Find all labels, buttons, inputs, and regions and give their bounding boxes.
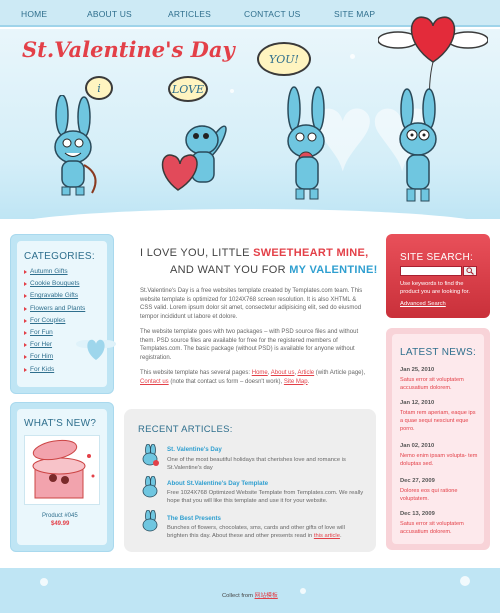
news-date: Dec 13, 2009: [400, 511, 435, 517]
category-link[interactable]: Flowers and Plants: [23, 305, 85, 317]
bunny-article-icon: [142, 444, 159, 466]
news-text[interactable]: Dolores eos qui ratione voluptatem.: [400, 487, 480, 503]
news-date: Jan 02, 2010: [400, 443, 435, 449]
footer-link[interactable]: 网站模板: [255, 593, 278, 599]
search-icon: [466, 267, 474, 275]
intro-paragraph-2: The website template goes with two packa…: [140, 329, 359, 361]
gift-box-icon: [32, 439, 95, 499]
bunny-article-icon: [142, 510, 158, 532]
news-date: Dec 27, 2009: [400, 478, 435, 484]
winged-heart-decoration-icon: [76, 339, 116, 360]
intro-heading-line2: AND WANT YOU FOR MY VALENTINE!: [170, 264, 378, 276]
category-link[interactable]: Engravable Gifts: [23, 292, 85, 304]
intro-paragraph-3: This website template has several pages:…: [140, 370, 366, 385]
bunny-with-heart-box-icon: [161, 125, 227, 191]
whats-new-title: WHAT'S NEW?: [24, 418, 97, 429]
intro-paragraph-1: St.Valentine's Day is a free websites te…: [140, 288, 363, 320]
bunny-holding-balloon-icon: [399, 88, 437, 202]
search-hint: Use keywords to find the product you are…: [400, 281, 470, 295]
speech-bubble-love: LOVE: [168, 76, 208, 102]
article-title[interactable]: The Best Presents: [167, 515, 221, 522]
categories-title: CATEGORIES:: [24, 251, 95, 262]
article-summary: Free 1024X768 Optimized Website Template…: [167, 490, 364, 505]
news-text[interactable]: Satus error sit voluptatem accusatium do…: [400, 520, 480, 536]
news-text[interactable]: Totam rem aperiam, eaque ips a quae sequ…: [400, 409, 480, 434]
recent-articles-title: RECENT ARTICLES:: [138, 424, 233, 435]
link-home[interactable]: Home: [252, 370, 268, 376]
article-title[interactable]: About St.Valentine's Day Template: [167, 480, 268, 487]
article-summary: Bunches of flowers, chocolates, sms, car…: [167, 525, 345, 540]
latest-news-title: LATEST NEWS:: [400, 347, 477, 358]
product-name[interactable]: Product #045: [42, 513, 78, 519]
link-site-map[interactable]: Site Map: [284, 379, 308, 385]
news-date: Jan 25, 2010: [400, 367, 435, 373]
footer-credit: Collect from 网站模板: [222, 593, 278, 599]
nav-home[interactable]: HOME: [21, 9, 47, 19]
product-price: $49.99: [51, 521, 70, 527]
article-title[interactable]: St. Valentine's Day: [167, 446, 222, 453]
article-read-link[interactable]: this article: [314, 533, 340, 539]
bunny-with-bow-icon: [54, 95, 97, 196]
product-image[interactable]: [24, 435, 100, 505]
nav-articles[interactable]: ARTICLES: [168, 9, 211, 19]
nav-contact-us[interactable]: CONTACT US: [244, 9, 300, 19]
nav-about-us[interactable]: ABOUT US: [87, 9, 132, 19]
bunny-with-lollipop-icon: [287, 86, 325, 200]
link-about-us[interactable]: About us: [271, 370, 295, 376]
category-link[interactable]: Cookie Bouquets: [23, 280, 85, 292]
news-text[interactable]: Nemo enim ipsam volupta- tem doluptas se…: [400, 452, 480, 468]
bunny-article-icon: [142, 476, 158, 498]
news-date: Jan 12, 2010: [400, 400, 435, 406]
intro-heading-line1: I LOVE YOU, LITTLE SWEETHEART MINE,: [140, 247, 369, 259]
logo[interactable]: St.Valentine's Day: [22, 37, 235, 62]
site-search-title: SITE SEARCH:: [400, 252, 474, 263]
search-button[interactable]: [463, 266, 477, 276]
article-summary: One of the most beautiful holidays that …: [167, 457, 346, 472]
nav-site-map[interactable]: SITE MAP: [334, 9, 375, 19]
category-link[interactable]: For Couples: [23, 317, 85, 329]
link-contact-us[interactable]: Contact us: [140, 379, 169, 385]
news-text[interactable]: Satus error sit voluptatem accusatium do…: [400, 376, 480, 392]
search-input[interactable]: [400, 266, 462, 276]
speech-bubble-you: YOU!: [257, 42, 311, 76]
advanced-search-link[interactable]: Advanced Search: [400, 301, 446, 307]
link-article[interactable]: Article: [297, 370, 314, 376]
category-link[interactable]: Autumn Gifts: [23, 268, 85, 280]
